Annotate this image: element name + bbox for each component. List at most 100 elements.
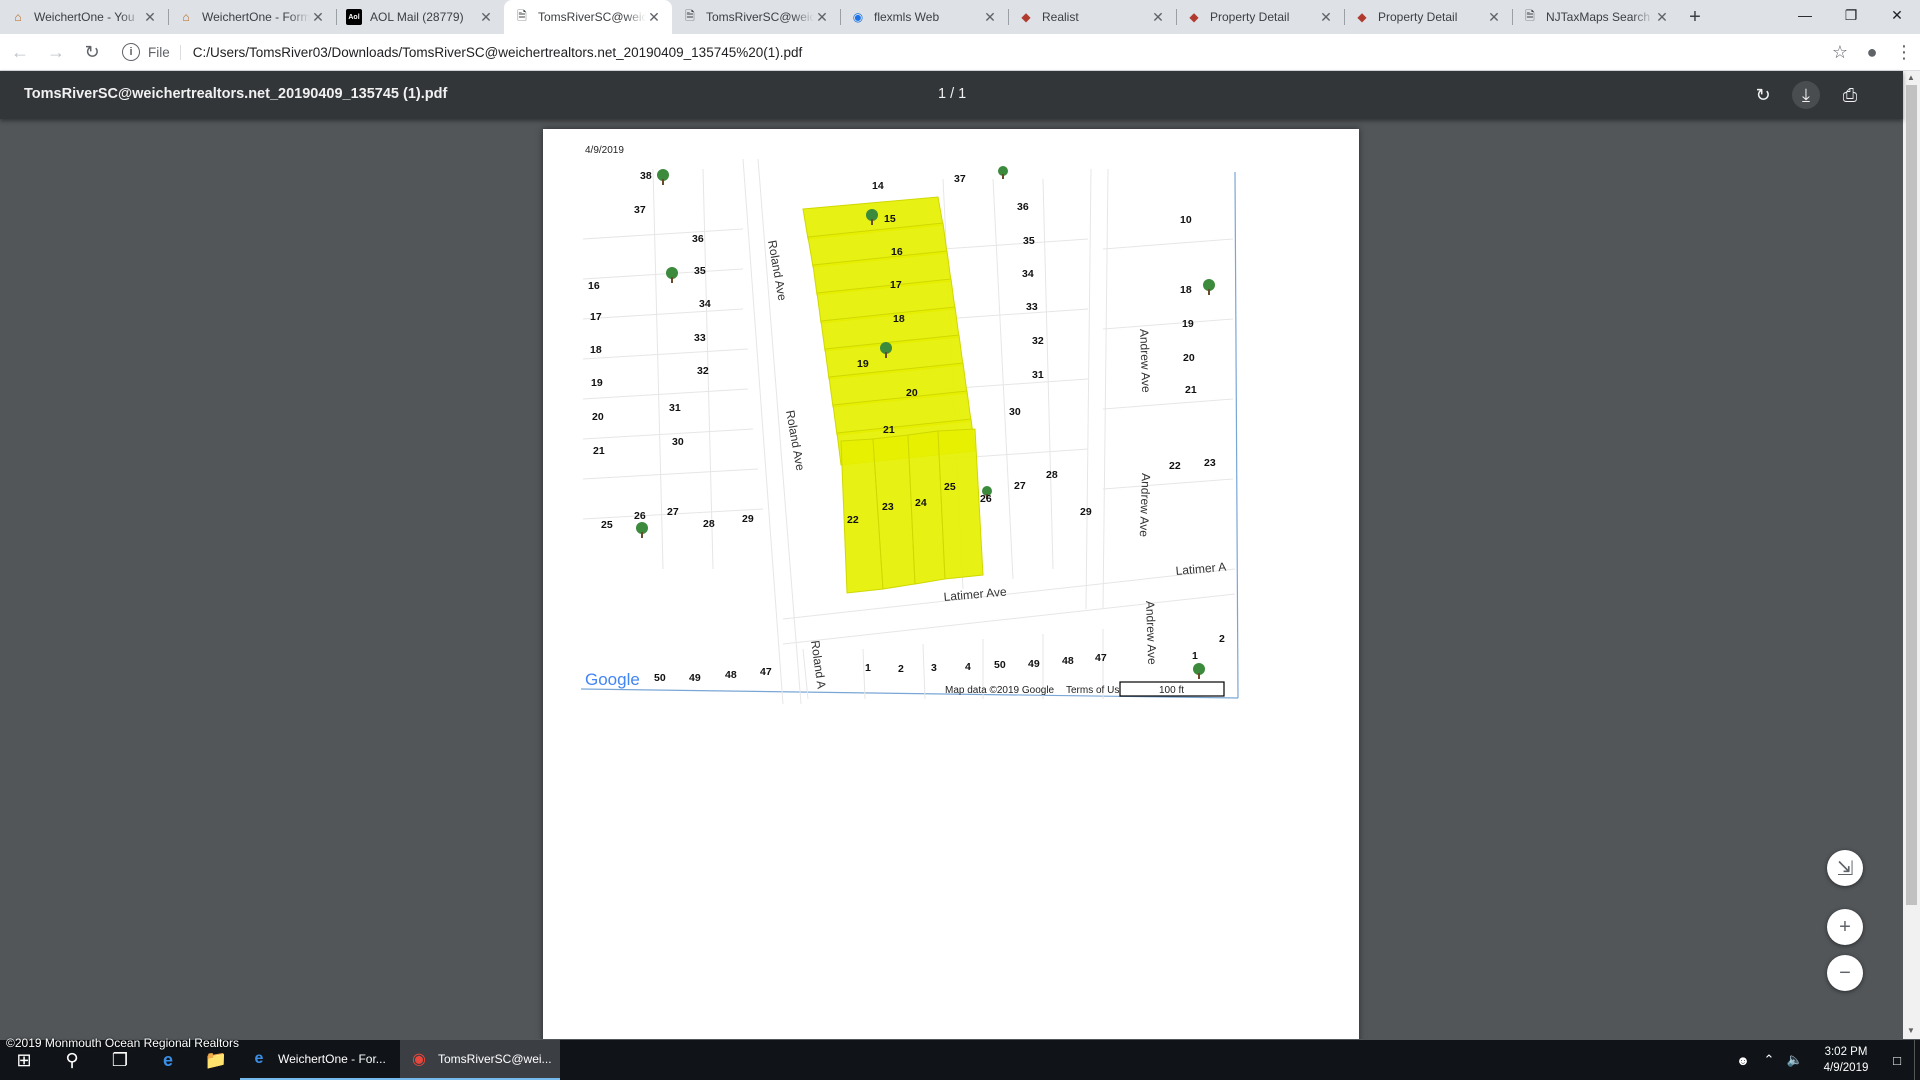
close-window-icon[interactable]: ✕ <box>1874 0 1920 30</box>
lot-number: 31 <box>669 402 681 414</box>
info-icon[interactable]: i <box>122 43 140 61</box>
lot-number: 20 <box>592 411 604 423</box>
tab-title: AOL Mail (28779) <box>370 10 464 24</box>
pdf-page: 4/9/2019 Roland Ave Roland Ave Roland A … <box>543 129 1359 1039</box>
parcel-map: 4/9/2019 Roland Ave Roland Ave Roland A … <box>580 145 1239 705</box>
scroll-up-icon[interactable]: ▲ <box>1907 73 1915 82</box>
lot-number: 20 <box>1183 352 1195 364</box>
reload-icon[interactable]: ↻ <box>76 36 108 68</box>
aol-icon: Aol <box>346 9 362 25</box>
scroll-thumb[interactable] <box>1906 85 1917 905</box>
tab-title: TomsRiverSC@weic <box>538 10 646 24</box>
tab-property-detail-1[interactable]: ◆ Property Detail ✕ <box>1176 0 1344 34</box>
lot-number: 37 <box>634 204 646 216</box>
close-icon[interactable]: ✕ <box>646 9 662 26</box>
lot-number: 18 <box>893 313 905 325</box>
tab-title: TomsRiverSC@weic <box>706 10 814 24</box>
profile-icon[interactable]: ● <box>1856 36 1888 68</box>
terms-link[interactable]: Terms of Us <box>1066 685 1119 696</box>
map-date: 4/9/2019 <box>585 145 624 156</box>
tab-strip: ⌂ WeichertOne - You ✕ ⌂ WeichertOne - Fo… <box>0 0 1920 34</box>
tab-property-detail-2[interactable]: ◆ Property Detail ✕ <box>1344 0 1512 34</box>
restore-icon[interactable]: ❐ <box>1828 0 1874 30</box>
taskbar-app-ie[interactable]: e WeichertOne - For... <box>240 1040 400 1080</box>
menu-icon[interactable]: ⋮ <box>1888 36 1920 68</box>
lot-number: 23 <box>882 501 894 513</box>
street-label: Roland A <box>808 639 829 689</box>
lot-number: 16 <box>891 246 903 258</box>
street-label: Latimer A <box>1175 560 1227 578</box>
lot-number: 16 <box>588 280 600 292</box>
tab-aol-mail[interactable]: Aol AOL Mail (28779) ✕ <box>336 0 504 34</box>
lot-number: 22 <box>1169 460 1181 472</box>
scroll-down-icon[interactable]: ▼ <box>1907 1026 1915 1035</box>
close-icon[interactable]: ✕ <box>310 9 326 26</box>
close-icon[interactable]: ✕ <box>1318 9 1334 26</box>
tab-pdf-2[interactable]: 🗎 TomsRiverSC@weic ✕ <box>672 0 840 34</box>
tab-weicherone-1[interactable]: ⌂ WeichertOne - You ✕ <box>0 0 168 34</box>
show-desktop-button[interactable] <box>1914 1040 1920 1080</box>
tab-weicherone-2[interactable]: ⌂ WeichertOne - Form ✕ <box>168 0 336 34</box>
pdf-viewer[interactable]: 4/9/2019 Roland Ave Roland Ave Roland A … <box>0 119 1903 1039</box>
street-label: Andrew Ave <box>1143 601 1159 666</box>
lot-number: 47 <box>760 666 772 678</box>
taskbar: ⊞ ⚲ ❐ e 📁 e WeichertOne - For... ◉ TomsR… <box>0 1040 1920 1080</box>
lot-number: 29 <box>1080 506 1092 518</box>
download-icon[interactable]: ⤓ <box>1792 81 1820 109</box>
zoom-in-icon[interactable]: + <box>1827 909 1863 945</box>
close-icon[interactable]: ✕ <box>982 9 998 26</box>
notifications-icon[interactable]: □ <box>1884 1053 1910 1068</box>
print-icon[interactable]: ⎙ <box>1836 81 1864 109</box>
lot-number: 22 <box>847 514 859 526</box>
close-icon[interactable]: ✕ <box>814 9 830 26</box>
document-icon: 🗎 <box>685 8 695 23</box>
lot-number: 23 <box>1204 457 1216 469</box>
close-icon[interactable]: ✕ <box>1150 9 1166 26</box>
lot-number: 48 <box>1062 655 1074 667</box>
close-icon[interactable]: ✕ <box>142 9 158 26</box>
fit-to-page-icon[interactable]: ⇲ <box>1827 850 1863 886</box>
clock-time: 3:02 PM <box>1824 1046 1868 1058</box>
close-icon[interactable]: ✕ <box>1654 9 1670 26</box>
new-tab-button[interactable]: + <box>1680 0 1710 34</box>
lot-number: 21 <box>1185 384 1197 396</box>
close-icon[interactable]: ✕ <box>1486 9 1502 26</box>
lot-number: 35 <box>694 265 706 277</box>
window-controls: — ❐ ✕ <box>1782 0 1920 30</box>
document-icon: 🗎 <box>517 8 527 23</box>
lot-number: 14 <box>872 180 884 192</box>
house-icon: ⌂ <box>14 10 22 24</box>
vertical-scrollbar[interactable]: ▲ ▼ <box>1903 71 1920 1039</box>
lot-number: 38 <box>640 170 652 182</box>
street-label: Andrew Ave <box>1137 473 1153 538</box>
tab-title: NJTaxMaps Search <box>1546 10 1651 24</box>
lot-number: 37 <box>954 173 966 185</box>
zoom-out-icon[interactable]: − <box>1827 955 1863 991</box>
chevron-up-icon[interactable]: ⌃ <box>1756 1052 1782 1068</box>
clock[interactable]: 3:02 PM 4/9/2019 <box>1808 1044 1884 1076</box>
tab-pdf-active[interactable]: 🗎 TomsRiverSC@weic ✕ <box>504 0 672 34</box>
volume-icon[interactable]: 🔈 <box>1782 1052 1808 1068</box>
star-icon[interactable]: ☆ <box>1824 36 1856 68</box>
lot-number: 21 <box>593 445 605 457</box>
url-text[interactable]: C:/Users/TomsRiver03/Downloads/TomsRiver… <box>193 45 803 60</box>
lot-number: 30 <box>1009 406 1021 418</box>
tab-flexmls[interactable]: ◉ flexmls Web ✕ <box>840 0 1008 34</box>
tab-realist[interactable]: ◆ Realist ✕ <box>1008 0 1176 34</box>
street-label: Andrew Ave <box>1137 329 1153 394</box>
lot-number: 20 <box>906 387 918 399</box>
lot-number: 4 <box>965 661 971 673</box>
minimize-icon[interactable]: — <box>1782 0 1828 30</box>
tab-njtaxmaps[interactable]: 🗎 NJTaxMaps Search ✕ <box>1512 0 1680 34</box>
close-icon[interactable]: ✕ <box>478 9 494 26</box>
lot-number: 2 <box>1219 633 1225 645</box>
forward-arrow-icon[interactable]: → <box>40 36 72 68</box>
rotate-icon[interactable]: ↻ <box>1749 81 1777 109</box>
back-arrow-icon[interactable]: ← <box>4 36 36 68</box>
address-bar[interactable]: i File C:/Users/TomsRiver03/Downloads/To… <box>116 37 1818 67</box>
people-icon[interactable]: ☻ <box>1730 1053 1756 1068</box>
lot-number: 36 <box>692 233 704 245</box>
lot-number: 19 <box>1182 318 1194 330</box>
taskbar-app-chrome[interactable]: ◉ TomsRiverSC@wei... <box>400 1040 560 1080</box>
tab-title: flexmls Web <box>874 10 940 24</box>
